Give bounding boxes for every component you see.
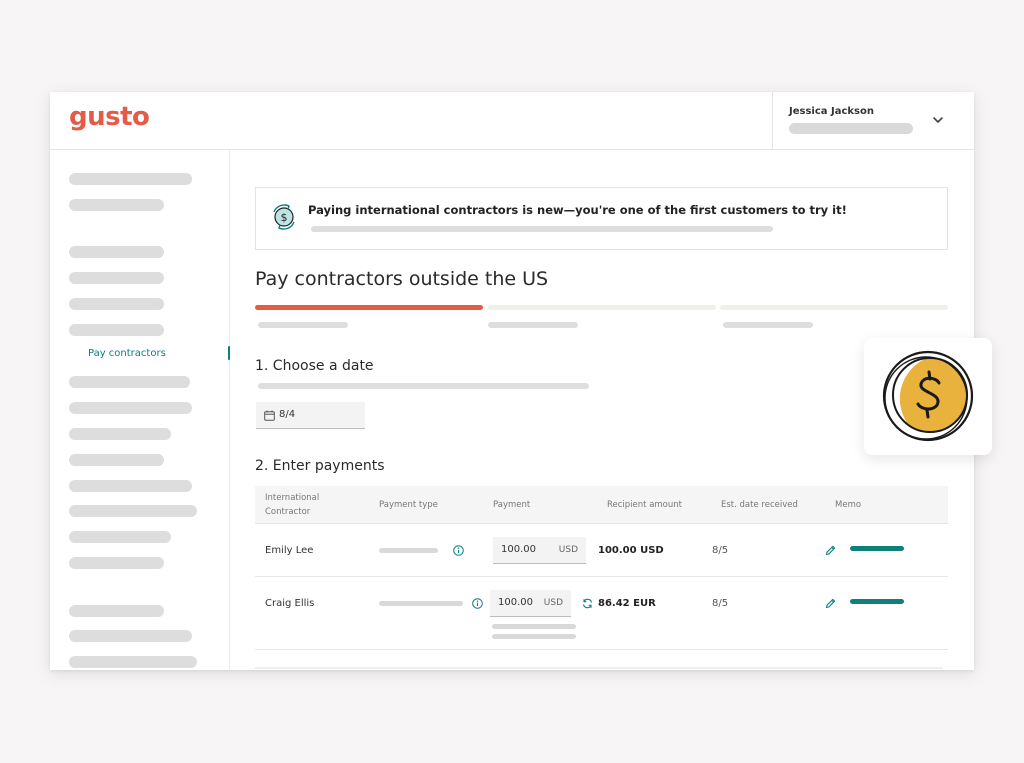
banner-subtext-placeholder [311, 226, 773, 232]
info-banner: $ Paying international contractors is ne… [255, 187, 948, 250]
payment-currency: USD [543, 598, 563, 608]
sidebar-item-placeholder[interactable] [69, 605, 164, 617]
sidebar-item-placeholder[interactable] [69, 656, 197, 668]
date-input[interactable]: 8/4 [256, 402, 365, 429]
date-value: 8/4 [279, 409, 296, 420]
calendar-icon [264, 410, 275, 421]
gusto-logo[interactable]: gusto [69, 102, 150, 132]
sidebar-item-placeholder[interactable] [69, 402, 192, 414]
main-content: $ Paying international contractors is ne… [230, 150, 974, 670]
payment-type-placeholder[interactable] [379, 548, 438, 553]
sidebar-item-placeholder[interactable] [69, 454, 164, 466]
sidebar-item-pay-contractors[interactable]: Pay contractors [50, 343, 230, 365]
column-header-payment-type: Payment type [379, 500, 438, 510]
column-header-est-date: Est. date received [721, 500, 798, 510]
pencil-icon[interactable] [825, 598, 836, 609]
step-label-placeholder [488, 322, 578, 328]
exchange-rate-placeholder [492, 634, 576, 639]
column-header-recipient-amount: Recipient amount [607, 500, 682, 510]
memo-value-placeholder[interactable] [850, 599, 904, 604]
column-header-memo: Memo [835, 500, 862, 510]
sidebar-item-placeholder[interactable] [69, 199, 164, 211]
progress-step-2 [488, 305, 716, 310]
table-row: Craig Ellis 100.00 USD 86.42 EUR 8/5 [255, 578, 948, 650]
table-header: International Contractor Payment type Pa… [255, 486, 948, 524]
sidebar-item-placeholder[interactable] [69, 298, 164, 310]
section-enter-payments-title: 2. Enter payments [255, 458, 385, 474]
payment-amount-input[interactable]: 100.00 USD [490, 590, 571, 617]
est-date-received: 8/5 [712, 598, 729, 609]
chevron-down-icon[interactable] [931, 113, 945, 127]
sidebar-item-placeholder[interactable] [69, 324, 164, 336]
sidebar-item-placeholder[interactable] [69, 630, 192, 642]
user-menu[interactable]: Jessica Jackson [772, 92, 974, 150]
step-label-placeholder [723, 322, 813, 328]
section-choose-date-title: 1. Choose a date [255, 358, 374, 374]
column-header-line: Contractor [265, 507, 311, 517]
sidebar-nav: Pay contractors [50, 150, 230, 670]
dollar-coin-icon [882, 350, 974, 442]
exchange-rate-placeholder [492, 624, 576, 629]
coin-illustration-card [864, 338, 992, 455]
sidebar-item-placeholder[interactable] [69, 428, 171, 440]
svg-text:$: $ [281, 211, 288, 224]
currency-convert-icon [582, 598, 593, 609]
contractor-name: Emily Lee [265, 545, 314, 556]
column-header-payment: Payment [493, 500, 531, 510]
user-company-placeholder [789, 123, 913, 134]
contractor-name: Craig Ellis [265, 598, 315, 609]
app-window: gusto Jessica Jackson Pay contractors $ … [50, 92, 974, 670]
payment-currency: USD [558, 545, 578, 555]
sidebar-item-placeholder[interactable] [69, 272, 164, 284]
table-bottom-divider [255, 667, 943, 669]
column-header-contractor: International Contractor [265, 491, 319, 519]
step-label-placeholder [258, 322, 348, 328]
info-icon[interactable] [453, 545, 464, 556]
progress-step-3 [720, 305, 948, 310]
payment-amount: 100.00 [498, 597, 533, 608]
top-bar: gusto Jessica Jackson [50, 92, 974, 150]
info-icon[interactable] [472, 598, 483, 609]
table-row: Emily Lee 100.00 USD 100.00 USD 8/5 [255, 525, 948, 577]
sidebar-item-placeholder[interactable] [69, 173, 192, 185]
sidebar-item-placeholder[interactable] [69, 531, 171, 543]
payment-amount-input[interactable]: 100.00 USD [493, 537, 586, 564]
recipient-amount: 86.42 EUR [598, 598, 656, 609]
sidebar-item-placeholder[interactable] [69, 557, 164, 569]
column-header-line: International [265, 493, 320, 503]
sidebar-item-placeholder[interactable] [69, 376, 190, 388]
banner-message: Paying international contractors is new—… [308, 203, 847, 217]
sidebar-item-placeholder[interactable] [69, 505, 197, 517]
pencil-icon[interactable] [825, 545, 836, 556]
sidebar-item-label: Pay contractors [88, 348, 166, 359]
payment-amount: 100.00 [501, 544, 536, 555]
sidebar-item-placeholder[interactable] [69, 246, 164, 258]
progress-step-1 [255, 305, 483, 310]
memo-value-placeholder[interactable] [850, 546, 904, 551]
currency-exchange-icon: $ [273, 204, 295, 230]
sidebar-item-placeholder[interactable] [69, 480, 192, 492]
page-title: Pay contractors outside the US [255, 268, 549, 290]
recipient-amount: 100.00 USD [598, 545, 664, 556]
payment-type-placeholder[interactable] [379, 601, 463, 606]
user-name: Jessica Jackson [789, 106, 874, 117]
est-date-received: 8/5 [712, 545, 729, 556]
section-description-placeholder [258, 383, 589, 389]
